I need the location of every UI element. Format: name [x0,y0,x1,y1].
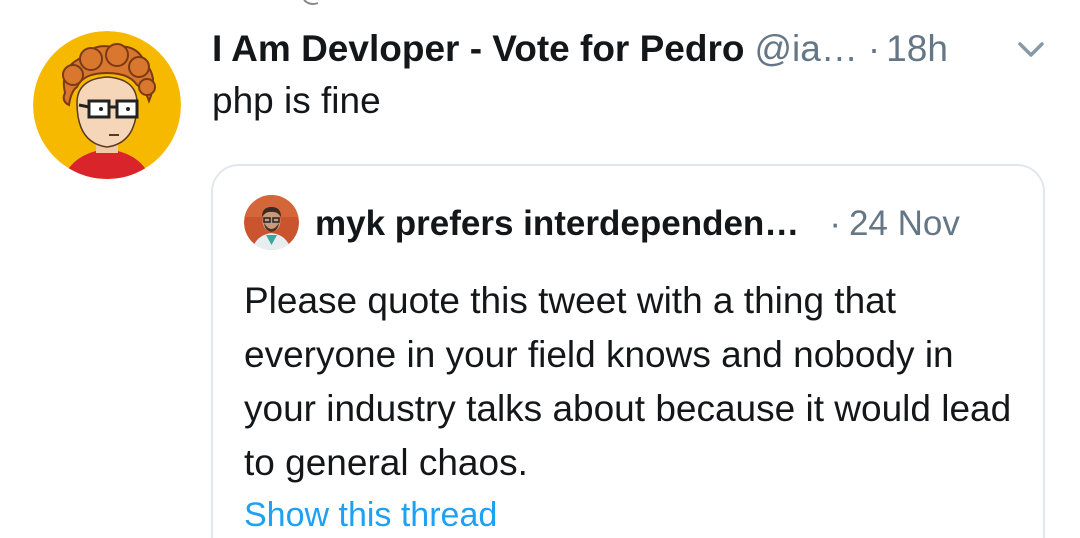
author-avatar[interactable] [33,31,181,179]
thread-connector [303,0,319,5]
tweet-timestamp[interactable]: 18h [886,28,948,70]
show-thread-link[interactable]: Show this thread [244,496,497,535]
user-photo-avatar-icon [244,195,299,250]
quoted-author-avatar[interactable] [244,195,299,250]
tweet-text: php is fine [212,80,381,121]
quoted-tweet-timestamp[interactable]: 24 Nov [849,204,960,244]
author-display-name[interactable]: I Am Devloper - Vote for Pedro [212,28,744,70]
header-separator: · [867,28,881,69]
chevron-down-icon[interactable] [1014,36,1048,62]
cartoon-developer-avatar-icon [33,31,181,179]
quoted-tweet-header: myk prefers interdependen… · 24 Nov [315,199,960,249]
quoted-tweet-text: Please quote this tweet with a thing tha… [244,280,1012,483]
quoted-tweet-card[interactable]: myk prefers interdependen… · 24 Nov Plea… [211,164,1045,538]
author-handle[interactable]: @ia… [754,28,857,70]
tweet[interactable]: I Am Devloper - Vote for Pedro @ia… · 18… [0,0,1080,538]
quoted-header-separator: · [829,204,841,243]
tweet-header: I Am Devloper - Vote for Pedro @ia… · 18… [212,24,948,74]
quoted-author-display-name[interactable]: myk prefers interdependen… [315,204,799,244]
